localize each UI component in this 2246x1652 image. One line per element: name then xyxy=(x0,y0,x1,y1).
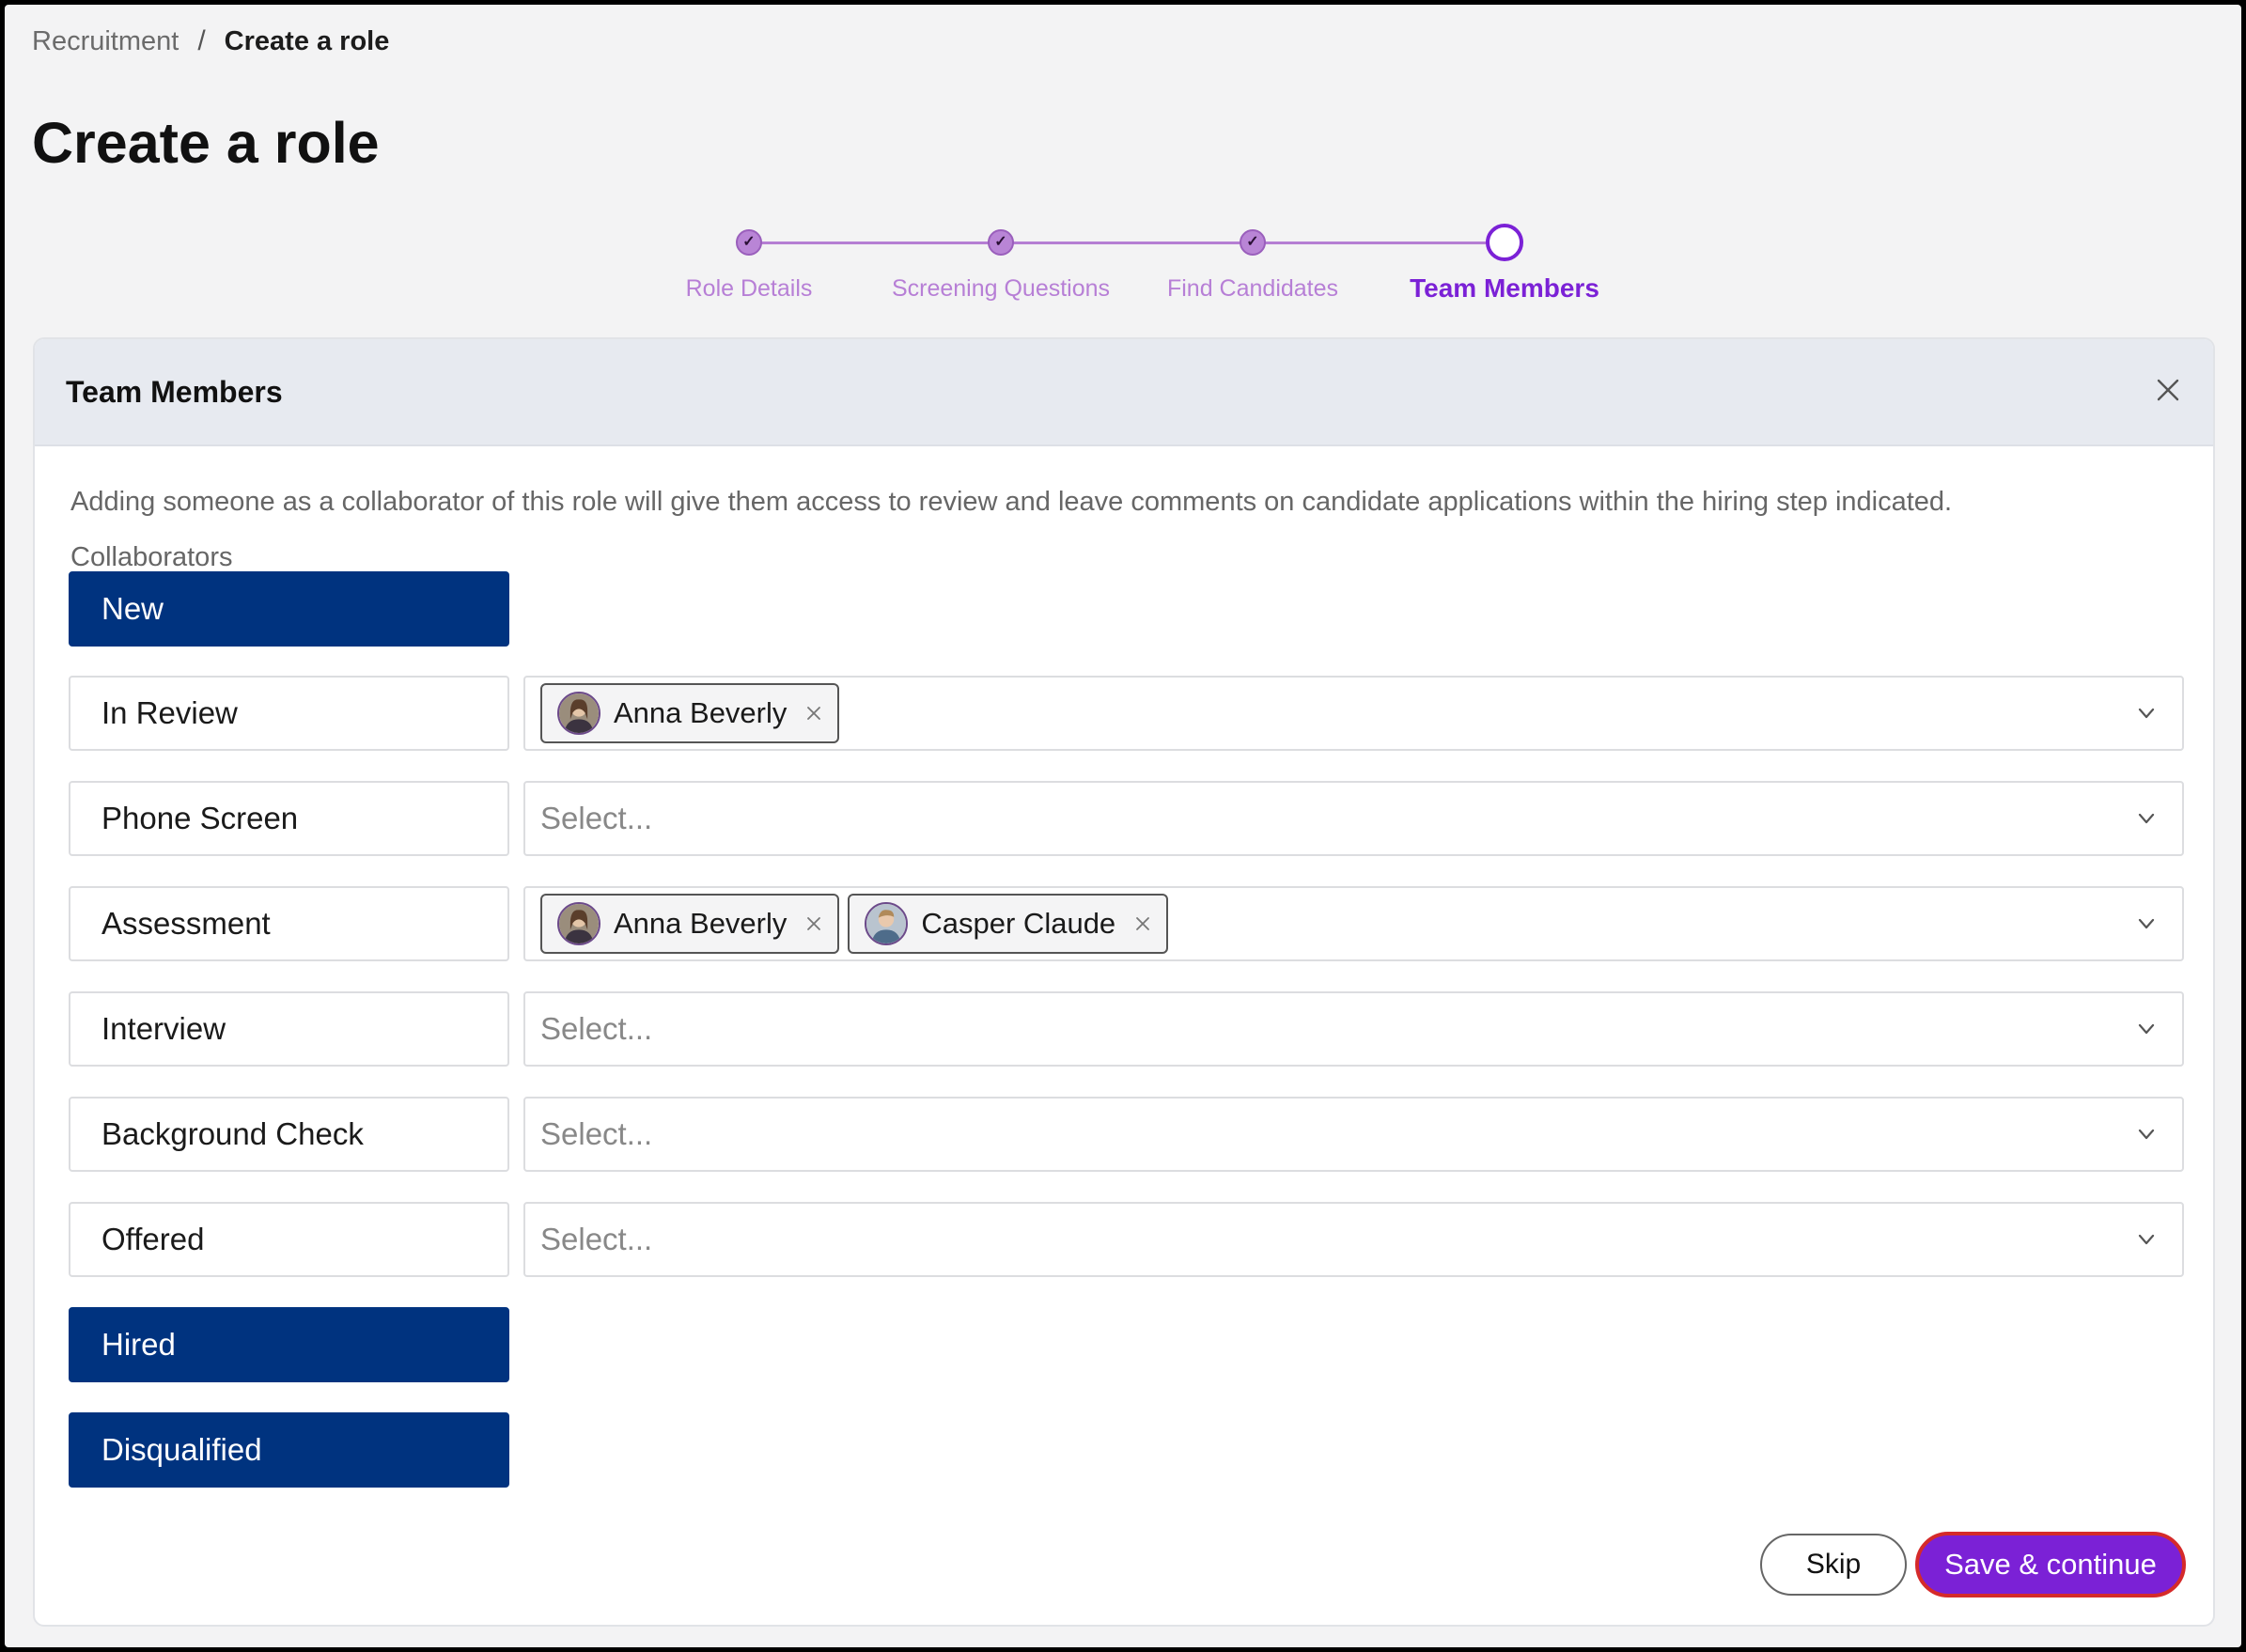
stage-label-disqualified: Disqualified xyxy=(69,1412,509,1488)
close-icon xyxy=(1136,917,1150,930)
chevron-down-icon[interactable] xyxy=(2133,1226,2160,1253)
collaborator-select[interactable]: Select... xyxy=(523,1097,2184,1172)
collaborator-name: Casper Claude xyxy=(921,907,1116,940)
stage-label-in-review: In Review xyxy=(69,676,509,751)
stage-label-offered: Offered xyxy=(69,1202,509,1277)
stepper-connector xyxy=(1253,242,1505,244)
collaborator-chip[interactable]: Anna Beverly xyxy=(540,894,840,954)
collaborator-name: Anna Beverly xyxy=(614,696,788,729)
collaborator-select[interactable]: Anna Beverly Casper Claude xyxy=(523,886,2184,961)
check-icon: ✓ xyxy=(1246,234,1259,250)
avatar xyxy=(557,692,600,735)
close-icon xyxy=(807,917,821,930)
stepper-connector xyxy=(749,242,1001,244)
select-placeholder: Select... xyxy=(540,801,653,835)
remove-collaborator-button[interactable] xyxy=(803,703,824,724)
collaborator-select[interactable]: Select... xyxy=(523,991,2184,1067)
collaborator-name: Anna Beverly xyxy=(614,907,788,940)
stage-label-interview: Interview xyxy=(69,991,509,1067)
breadcrumb: Recruitment / Create a role xyxy=(32,25,389,57)
chevron-down-icon[interactable] xyxy=(2133,911,2160,937)
collaborators-label: Collaborators xyxy=(70,542,233,572)
stage-label-background-check: Background Check xyxy=(69,1097,509,1172)
step-completed-indicator[interactable]: ✓ xyxy=(988,229,1014,256)
breadcrumb-parent-link[interactable]: Recruitment xyxy=(32,26,179,57)
avatar xyxy=(865,902,909,945)
chevron-down-icon[interactable] xyxy=(2133,1016,2160,1042)
breadcrumb-separator: / xyxy=(197,25,206,56)
check-icon: ✓ xyxy=(994,234,1007,250)
intro-text: Adding someone as a collaborator of this… xyxy=(70,487,1953,517)
select-placeholder: Select... xyxy=(540,1116,653,1151)
step-completed-indicator[interactable]: ✓ xyxy=(1240,229,1266,256)
collaborator-select[interactable]: Anna Beverly xyxy=(523,676,2184,751)
progress-stepper: ✓ Role Details ✓ Screening Questions ✓ Find C… xyxy=(655,223,1626,307)
check-icon: ✓ xyxy=(742,234,756,250)
avatar xyxy=(557,902,600,945)
save-continue-button[interactable]: Save & continue xyxy=(1915,1532,2186,1597)
close-icon xyxy=(807,707,821,720)
select-placeholder: Select... xyxy=(540,1011,653,1046)
panel-title: Team Members xyxy=(66,375,283,409)
collaborator-chip[interactable]: Anna Beverly xyxy=(540,683,840,743)
step-label[interactable]: Team Members xyxy=(1410,273,1599,304)
collaborator-select[interactable]: Select... xyxy=(523,1202,2184,1277)
stage-label-new: New xyxy=(69,571,509,647)
chevron-down-icon[interactable] xyxy=(2133,1121,2160,1147)
step-completed-indicator[interactable]: ✓ xyxy=(736,229,762,256)
stepper-connector xyxy=(1001,242,1253,244)
close-icon xyxy=(2157,379,2179,401)
stage-label-phone-screen: Phone Screen xyxy=(69,781,509,856)
close-button[interactable] xyxy=(2149,371,2187,409)
step-label[interactable]: Role Details xyxy=(686,275,813,303)
step-label[interactable]: Screening Questions xyxy=(892,275,1110,303)
collaborator-select[interactable]: Select... xyxy=(523,781,2184,856)
chevron-down-icon[interactable] xyxy=(2133,700,2160,726)
remove-collaborator-button[interactable] xyxy=(803,913,824,934)
skip-button[interactable]: Skip xyxy=(1760,1534,1907,1596)
step-label[interactable]: Find Candidates xyxy=(1167,275,1338,303)
team-members-panel: Team Members Adding someone as a collabo… xyxy=(33,337,2215,1627)
select-placeholder: Select... xyxy=(540,1222,653,1256)
stage-label-assessment: Assessment xyxy=(69,886,509,961)
page-title: Create a role xyxy=(32,111,380,175)
app-window: Recruitment / Create a role Create a rol… xyxy=(5,5,2241,1647)
panel-header: Team Members xyxy=(35,339,2213,446)
step-current-indicator[interactable] xyxy=(1486,224,1523,261)
stage-label-hired: Hired xyxy=(69,1307,509,1382)
collaborator-chip[interactable]: Casper Claude xyxy=(848,894,1169,954)
remove-collaborator-button[interactable] xyxy=(1132,913,1153,934)
chevron-down-icon[interactable] xyxy=(2133,805,2160,832)
breadcrumb-current: Create a role xyxy=(224,25,390,56)
